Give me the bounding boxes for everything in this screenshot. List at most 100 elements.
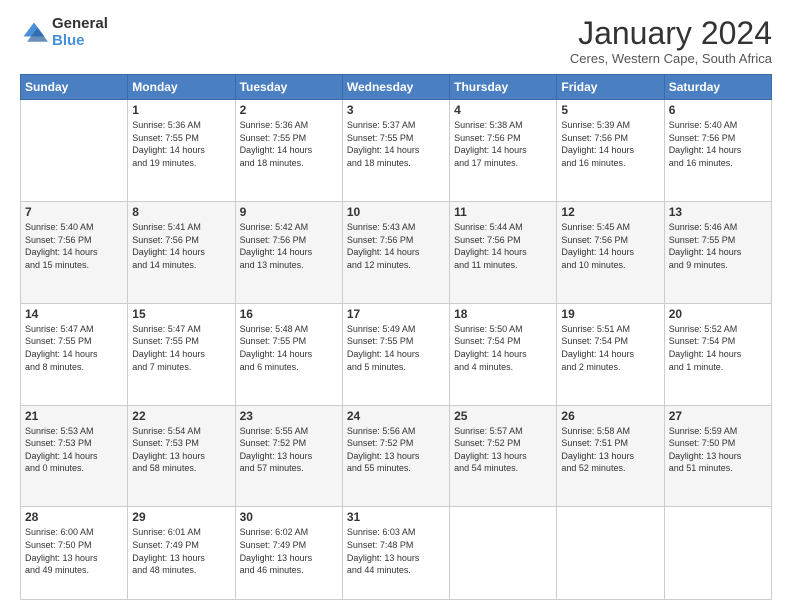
table-row xyxy=(664,507,771,600)
day-number: 23 xyxy=(240,409,338,423)
day-info: Sunrise: 5:58 AM Sunset: 7:51 PM Dayligh… xyxy=(561,425,659,475)
logo-text: General Blue xyxy=(52,16,108,49)
day-number: 11 xyxy=(454,205,552,219)
table-row: 3 Sunrise: 5:37 AM Sunset: 7:55 PM Daylig… xyxy=(342,100,449,202)
table-row: 30Sunrise: 6:02 AM Sunset: 7:49 PM Dayli… xyxy=(235,507,342,600)
day-number: 9 xyxy=(240,205,338,219)
table-row: 2 Sunrise: 5:36 AM Sunset: 7:55 PM Daylig… xyxy=(235,100,342,202)
day-number: 2 xyxy=(240,103,338,117)
day-info: Sunrise: 5:36 AM Sunset: 7:55 PM Dayligh… xyxy=(240,119,338,169)
day-info: Sunrise: 5:45 AM Sunset: 7:56 PM Dayligh… xyxy=(561,221,659,271)
day-info: Sunrise: 5:36 AM Sunset: 7:55 PM Dayligh… xyxy=(132,119,230,169)
day-number: 6 xyxy=(669,103,767,117)
table-row: 24 Sunrise: 5:56 AM Sunset: 7:52 PM Dayli… xyxy=(342,405,449,507)
col-tuesday: Tuesday xyxy=(235,75,342,100)
day-number: 8 xyxy=(132,205,230,219)
day-info: Sunrise: 5:53 AM Sunset: 7:53 PM Dayligh… xyxy=(25,425,123,475)
day-number: 17 xyxy=(347,307,445,321)
day-info: Sunrise: 5:38 AM Sunset: 7:56 PM Dayligh… xyxy=(454,119,552,169)
day-number: 3 xyxy=(347,103,445,117)
day-number: 16 xyxy=(240,307,338,321)
day-number: 15 xyxy=(132,307,230,321)
main-title: January 2024 xyxy=(570,16,772,51)
day-info: Sunrise: 5:56 AM Sunset: 7:52 PM Dayligh… xyxy=(347,425,445,475)
table-row: 12 Sunrise: 5:45 AM Sunset: 7:56 PM Dayli… xyxy=(557,202,664,304)
calendar-week-row: 7 Sunrise: 5:40 AM Sunset: 7:56 PM Daylig… xyxy=(21,202,772,304)
day-info: Sunrise: 5:43 AM Sunset: 7:56 PM Dayligh… xyxy=(347,221,445,271)
day-info: Sunrise: 6:01 AM Sunset: 7:49 PM Dayligh… xyxy=(132,526,230,576)
table-row: 5 Sunrise: 5:39 AM Sunset: 7:56 PM Daylig… xyxy=(557,100,664,202)
title-block: January 2024 Ceres, Western Cape, South … xyxy=(570,16,772,66)
table-row xyxy=(21,100,128,202)
day-number: 26 xyxy=(561,409,659,423)
logo-blue-text: Blue xyxy=(52,33,108,50)
day-info: Sunrise: 5:39 AM Sunset: 7:56 PM Dayligh… xyxy=(561,119,659,169)
day-number: 20 xyxy=(669,307,767,321)
table-row xyxy=(557,507,664,600)
subtitle: Ceres, Western Cape, South Africa xyxy=(570,51,772,66)
day-number: 14 xyxy=(25,307,123,321)
table-row: 9 Sunrise: 5:42 AM Sunset: 7:56 PM Daylig… xyxy=(235,202,342,304)
day-number: 12 xyxy=(561,205,659,219)
page: General Blue January 2024 Ceres, Western… xyxy=(0,0,792,612)
table-row: 14 Sunrise: 5:47 AM Sunset: 7:55 PM Dayli… xyxy=(21,303,128,405)
day-info: Sunrise: 5:37 AM Sunset: 7:55 PM Dayligh… xyxy=(347,119,445,169)
col-friday: Friday xyxy=(557,75,664,100)
table-row: 21 Sunrise: 5:53 AM Sunset: 7:53 PM Dayli… xyxy=(21,405,128,507)
day-info: Sunrise: 5:40 AM Sunset: 7:56 PM Dayligh… xyxy=(25,221,123,271)
table-row: 29 Sunrise: 6:01 AM Sunset: 7:49 PM Dayli… xyxy=(128,507,235,600)
day-number: 30 xyxy=(240,510,338,524)
table-row: 7 Sunrise: 5:40 AM Sunset: 7:56 PM Daylig… xyxy=(21,202,128,304)
day-number: 4 xyxy=(454,103,552,117)
day-number: 7 xyxy=(25,205,123,219)
table-row: 13Sunrise: 5:46 AM Sunset: 7:55 PM Dayli… xyxy=(664,202,771,304)
table-row: 22 Sunrise: 5:54 AM Sunset: 7:53 PM Dayli… xyxy=(128,405,235,507)
day-number: 19 xyxy=(561,307,659,321)
day-info: Sunrise: 5:40 AM Sunset: 7:56 PM Dayligh… xyxy=(669,119,767,169)
table-row: 25Sunrise: 5:57 AM Sunset: 7:52 PM Dayli… xyxy=(450,405,557,507)
logo: General Blue xyxy=(20,16,108,49)
col-thursday: Thursday xyxy=(450,75,557,100)
day-info: Sunrise: 5:47 AM Sunset: 7:55 PM Dayligh… xyxy=(25,323,123,373)
table-row: 23Sunrise: 5:55 AM Sunset: 7:52 PM Dayli… xyxy=(235,405,342,507)
day-number: 13 xyxy=(669,205,767,219)
day-number: 10 xyxy=(347,205,445,219)
day-info: Sunrise: 5:47 AM Sunset: 7:55 PM Dayligh… xyxy=(132,323,230,373)
table-row: 27Sunrise: 5:59 AM Sunset: 7:50 PM Dayli… xyxy=(664,405,771,507)
calendar-week-row: 14 Sunrise: 5:47 AM Sunset: 7:55 PM Dayli… xyxy=(21,303,772,405)
logo-general-text: General xyxy=(52,16,108,33)
table-row: 19Sunrise: 5:51 AM Sunset: 7:54 PM Dayli… xyxy=(557,303,664,405)
table-row: 8 Sunrise: 5:41 AM Sunset: 7:56 PM Daylig… xyxy=(128,202,235,304)
col-saturday: Saturday xyxy=(664,75,771,100)
col-sunday: Sunday xyxy=(21,75,128,100)
calendar-table: Sunday Monday Tuesday Wednesday Thursday… xyxy=(20,74,772,600)
day-info: Sunrise: 5:57 AM Sunset: 7:52 PM Dayligh… xyxy=(454,425,552,475)
day-info: Sunrise: 5:48 AM Sunset: 7:55 PM Dayligh… xyxy=(240,323,338,373)
table-row: 20 Sunrise: 5:52 AM Sunset: 7:54 PM Dayli… xyxy=(664,303,771,405)
day-number: 24 xyxy=(347,409,445,423)
day-info: Sunrise: 5:59 AM Sunset: 7:50 PM Dayligh… xyxy=(669,425,767,475)
calendar-week-row: 28 Sunrise: 6:00 AM Sunset: 7:50 PM Dayli… xyxy=(21,507,772,600)
day-info: Sunrise: 5:49 AM Sunset: 7:55 PM Dayligh… xyxy=(347,323,445,373)
table-row: 15 Sunrise: 5:47 AM Sunset: 7:55 PM Dayli… xyxy=(128,303,235,405)
table-row: 6 Sunrise: 5:40 AM Sunset: 7:56 PM Daylig… xyxy=(664,100,771,202)
calendar-header-row: Sunday Monday Tuesday Wednesday Thursday… xyxy=(21,75,772,100)
calendar-week-row: 1Sunrise: 5:36 AM Sunset: 7:55 PM Daylig… xyxy=(21,100,772,202)
day-info: Sunrise: 6:00 AM Sunset: 7:50 PM Dayligh… xyxy=(25,526,123,576)
day-info: Sunrise: 5:41 AM Sunset: 7:56 PM Dayligh… xyxy=(132,221,230,271)
day-number: 5 xyxy=(561,103,659,117)
logo-icon xyxy=(20,19,48,47)
day-info: Sunrise: 5:42 AM Sunset: 7:56 PM Dayligh… xyxy=(240,221,338,271)
table-row: 18Sunrise: 5:50 AM Sunset: 7:54 PM Dayli… xyxy=(450,303,557,405)
day-number: 21 xyxy=(25,409,123,423)
day-info: Sunrise: 5:54 AM Sunset: 7:53 PM Dayligh… xyxy=(132,425,230,475)
day-info: Sunrise: 5:52 AM Sunset: 7:54 PM Dayligh… xyxy=(669,323,767,373)
day-number: 22 xyxy=(132,409,230,423)
day-number: 18 xyxy=(454,307,552,321)
day-number: 28 xyxy=(25,510,123,524)
col-monday: Monday xyxy=(128,75,235,100)
table-row: 16 Sunrise: 5:48 AM Sunset: 7:55 PM Dayli… xyxy=(235,303,342,405)
day-number: 29 xyxy=(132,510,230,524)
day-number: 31 xyxy=(347,510,445,524)
header: General Blue January 2024 Ceres, Western… xyxy=(20,16,772,66)
